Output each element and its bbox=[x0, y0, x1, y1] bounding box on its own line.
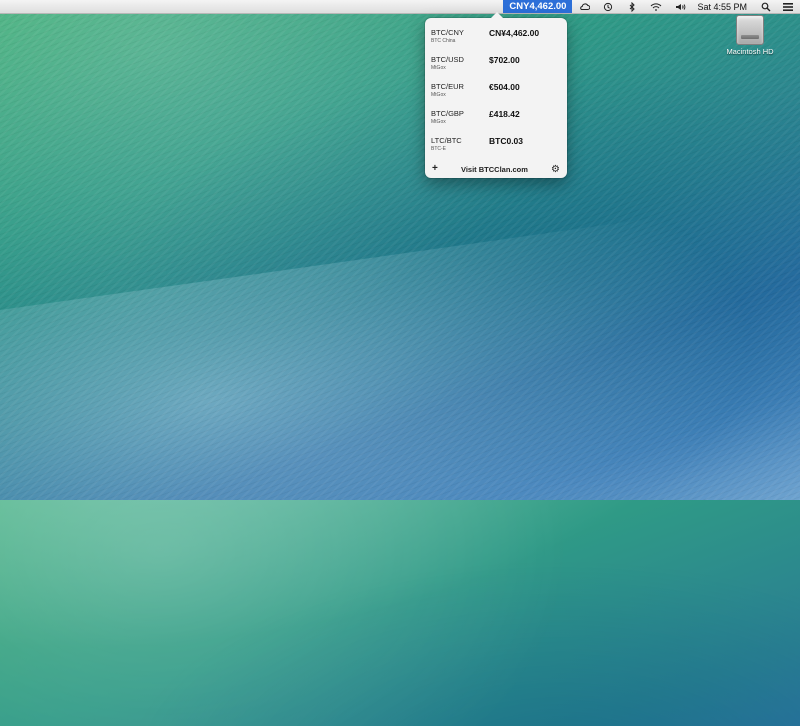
pair-label: BTC/USD bbox=[431, 55, 464, 64]
menu-bar: CNY4,462.00 Sat 4:55 PM bbox=[0, 0, 800, 14]
add-button[interactable]: + bbox=[432, 164, 438, 174]
ticker-row[interactable]: BTC/USD MtGox $702.00 bbox=[431, 55, 561, 83]
exchange-label: MtGox bbox=[431, 119, 446, 125]
hard-drive-icon[interactable] bbox=[736, 15, 764, 45]
visit-link[interactable]: Visit BTCClan.com bbox=[461, 165, 528, 174]
price-value: €504.00 bbox=[489, 82, 520, 92]
pair-label: BTC/GBP bbox=[431, 109, 464, 118]
bluetooth-icon[interactable] bbox=[620, 0, 644, 13]
ticker-row[interactable]: BTC/EUR MtGox €504.00 bbox=[431, 82, 561, 110]
btc-popover: BTC/CNY BTC China CN¥4,462.00 BTC/USD Mt… bbox=[425, 12, 567, 178]
exchange-label: MtGox bbox=[431, 65, 446, 71]
cloud-sync-icon[interactable] bbox=[572, 0, 596, 13]
price-value: BTC0.03 bbox=[489, 136, 524, 146]
volume-icon[interactable] bbox=[668, 0, 692, 13]
price-value: CN¥4,462.00 bbox=[489, 28, 540, 38]
gear-icon[interactable]: ⚙ bbox=[551, 164, 560, 175]
pair-label: BTC/EUR bbox=[431, 82, 464, 91]
popover-footer: + Visit BTCClan.com ⚙ bbox=[425, 160, 567, 178]
menubar-price-item[interactable]: CNY4,462.00 bbox=[503, 0, 573, 13]
exchange-label: MtGox bbox=[431, 92, 446, 98]
macintosh-hd-desktop-item[interactable]: Macintosh HD bbox=[720, 15, 780, 65]
ticker-row[interactable]: BTC/GBP MtGox £418.42 bbox=[431, 109, 561, 137]
pair-label: LTC/BTC bbox=[431, 136, 462, 145]
ticker-row[interactable]: BTC/CNY BTC China CN¥4,462.00 bbox=[431, 28, 561, 56]
notification-center-icon[interactable] bbox=[777, 0, 800, 13]
wallpaper bbox=[0, 0, 800, 500]
wifi-icon[interactable] bbox=[644, 0, 668, 13]
menubar-clock[interactable]: Sat 4:55 PM bbox=[692, 0, 755, 13]
spotlight-search-icon[interactable] bbox=[755, 0, 777, 13]
exchange-label: BTC-E bbox=[431, 146, 446, 152]
time-machine-icon[interactable] bbox=[596, 0, 620, 13]
hard-drive-label: Macintosh HD bbox=[726, 47, 774, 56]
exchange-label: BTC China bbox=[431, 38, 456, 44]
price-value: £418.42 bbox=[489, 109, 520, 119]
price-value: $702.00 bbox=[489, 55, 520, 65]
pair-label: BTC/CNY bbox=[431, 28, 464, 37]
